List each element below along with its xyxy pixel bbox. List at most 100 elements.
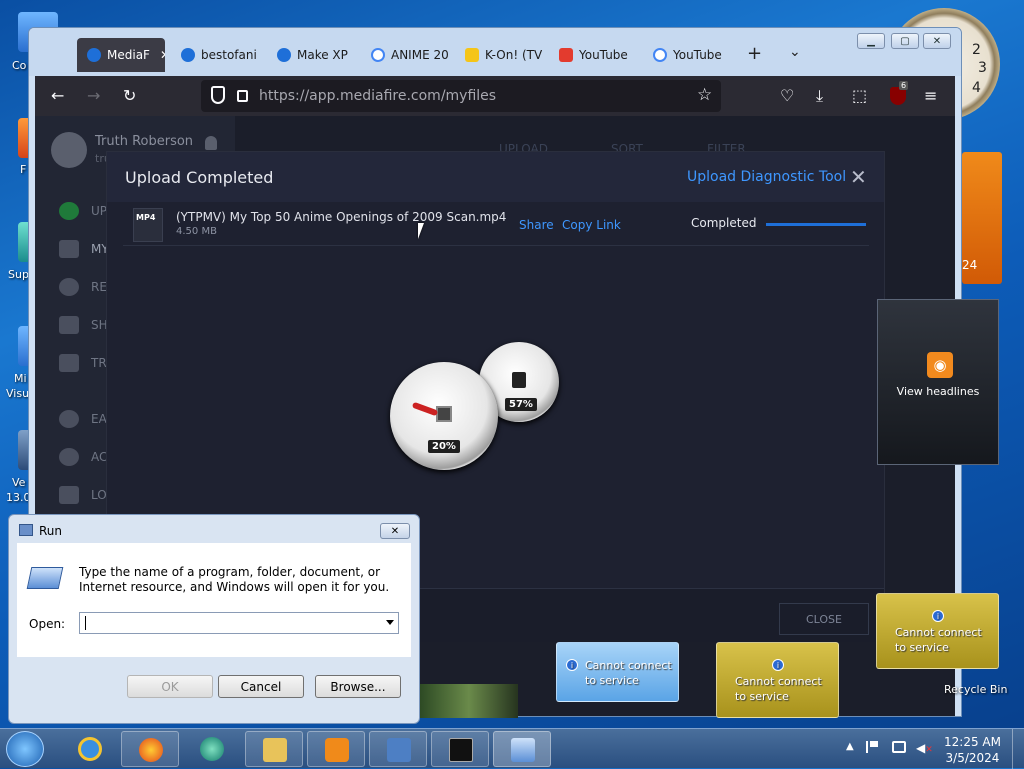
cpu-gauge[interactable]: 20% bbox=[390, 362, 498, 470]
open-input[interactable] bbox=[79, 612, 399, 634]
close-button[interactable]: CLOSE bbox=[779, 603, 869, 635]
close-tab-icon[interactable]: ✕ bbox=[160, 48, 165, 62]
view-headlines-text[interactable]: View headlines bbox=[878, 385, 998, 398]
taskbar-command-prompt[interactable] bbox=[431, 731, 489, 767]
dropdown-arrow-icon[interactable] bbox=[386, 620, 394, 625]
app-icon bbox=[200, 737, 224, 761]
info-icon: i bbox=[932, 610, 944, 622]
run-icon bbox=[511, 738, 535, 762]
clock-number: 2 bbox=[972, 42, 981, 58]
taskbar-internet-explorer[interactable] bbox=[61, 731, 119, 767]
copy-link[interactable]: Copy Link bbox=[562, 218, 621, 232]
weather-message: to service bbox=[735, 690, 789, 703]
close-dialog-button[interactable]: ✕ bbox=[380, 523, 410, 539]
chevron-down-icon[interactable]: ⌄ bbox=[789, 44, 801, 60]
calendar-day: 24 bbox=[962, 258, 978, 272]
sidebar-item-earn[interactable]: EA bbox=[59, 410, 107, 428]
bookmark-star-icon[interactable]: ☆ bbox=[697, 85, 712, 105]
avatar[interactable] bbox=[51, 132, 87, 168]
sidebar-item-label: AC bbox=[91, 450, 108, 464]
desktop-label: 13.0 bbox=[6, 491, 31, 504]
menu-icon[interactable]: ≡ bbox=[924, 86, 937, 106]
file-type-icon: MP4 bbox=[133, 208, 163, 242]
file-size: 4.50 MB bbox=[176, 226, 217, 237]
new-tab-button[interactable]: + bbox=[747, 43, 762, 64]
network-icon[interactable] bbox=[892, 741, 906, 753]
url-bar[interactable]: https://app.mediafire.com/myfiles ☆ bbox=[201, 80, 721, 112]
clock-icon bbox=[59, 278, 79, 296]
shield-icon[interactable] bbox=[211, 86, 225, 104]
sidebar-item-trash[interactable]: TR bbox=[59, 354, 107, 372]
weather-message: to service bbox=[585, 674, 639, 687]
close-window-button[interactable]: ✕ bbox=[923, 33, 951, 49]
weather-gadget[interactable]: i Cannot connect to service bbox=[556, 642, 679, 702]
taskbar-run[interactable] bbox=[493, 731, 551, 767]
upload-progress-bar bbox=[766, 223, 866, 226]
tab-mediafire[interactable]: MediaF ✕ bbox=[77, 38, 165, 72]
feed-headlines-gadget[interactable]: ◉ View headlines bbox=[877, 299, 999, 465]
sidebar-item-label: UP bbox=[91, 204, 108, 218]
maximize-button[interactable]: ▢ bbox=[891, 33, 919, 49]
taskbar-date: 3/5/2024 bbox=[945, 751, 1000, 765]
sidebar-item-label: EA bbox=[91, 412, 107, 426]
show-hidden-icons-icon[interactable]: ▲ bbox=[846, 741, 854, 752]
taskbar-firefox[interactable] bbox=[121, 731, 179, 767]
weather-gadget[interactable]: i Cannot connect to service bbox=[716, 642, 839, 718]
google-icon bbox=[653, 48, 667, 62]
calendar-gadget[interactable]: 24 bbox=[962, 152, 1002, 284]
cancel-button[interactable]: Cancel bbox=[218, 675, 304, 698]
tab-k-on[interactable]: K-On! (TV bbox=[455, 38, 543, 72]
media-player-icon bbox=[325, 738, 349, 762]
tab-bestofanime[interactable]: bestofani bbox=[171, 38, 263, 72]
bell-icon[interactable] bbox=[205, 136, 217, 150]
recycle-bin-label[interactable]: Recycle Bin bbox=[944, 683, 1007, 696]
url-text[interactable]: https://app.mediafire.com/myfiles bbox=[259, 88, 496, 104]
reload-icon[interactable]: ↻ bbox=[123, 86, 136, 106]
taskbar-clock[interactable]: 12:25 AM 3/5/2024 bbox=[944, 734, 1001, 766]
slideshow-gadget[interactable] bbox=[420, 684, 518, 718]
weather-message: to service bbox=[895, 641, 949, 654]
taskbar-control-panel[interactable] bbox=[369, 731, 427, 767]
ok-button[interactable]: OK bbox=[127, 675, 213, 698]
extensions-icon[interactable]: ⬚ bbox=[852, 86, 867, 106]
volume-muted-icon[interactable]: ◀✕ bbox=[916, 741, 933, 755]
downloads-icon[interactable]: ⤓ bbox=[816, 86, 823, 106]
tab-label: MediaF bbox=[107, 48, 150, 62]
upload-diagnostic-tool-link[interactable]: Upload Diagnostic Tool bbox=[687, 169, 846, 185]
taskbar-app[interactable] bbox=[183, 731, 241, 767]
action-center-flag-icon[interactable] bbox=[866, 741, 878, 753]
sidebar-item-shared[interactable]: SH bbox=[59, 316, 108, 334]
desktop-label: F bbox=[20, 163, 27, 176]
start-button[interactable] bbox=[6, 731, 44, 767]
gear-icon bbox=[59, 448, 79, 466]
show-desktop-button[interactable] bbox=[1012, 729, 1024, 769]
browse-button[interactable]: Browse... bbox=[315, 675, 401, 698]
tab-bar: MediaF ✕ bestofani Make XP ANIME 20 K-On… bbox=[29, 28, 961, 76]
share-link[interactable]: Share bbox=[519, 218, 554, 232]
sidebar-item-logout[interactable]: LO bbox=[59, 486, 107, 504]
folder-icon bbox=[263, 738, 287, 762]
sidebar-item-account[interactable]: AC bbox=[59, 448, 107, 466]
tab-label: bestofani bbox=[201, 48, 257, 62]
pocket-icon[interactable]: ♡ bbox=[780, 86, 794, 106]
plus-circle-icon bbox=[59, 410, 79, 428]
sidebar-item-recent[interactable]: RE bbox=[59, 278, 107, 296]
lock-icon[interactable] bbox=[237, 90, 248, 102]
tab-youtube-download[interactable]: YouTube bbox=[549, 38, 637, 72]
tab-label: YouTube bbox=[579, 48, 628, 62]
back-icon[interactable]: ← bbox=[51, 86, 64, 106]
tab-anime-2009[interactable]: ANIME 20 bbox=[361, 38, 449, 72]
tab-youtube-search[interactable]: YouTube bbox=[643, 38, 733, 72]
sidebar-item-my-files[interactable]: MY bbox=[59, 240, 109, 258]
minimize-button[interactable]: ▁ bbox=[857, 33, 885, 49]
close-icon[interactable]: ✕ bbox=[850, 165, 867, 189]
firefox-icon bbox=[139, 738, 163, 762]
run-title: Run bbox=[39, 524, 63, 538]
forward-icon[interactable]: → bbox=[87, 86, 100, 106]
tab-make-xp[interactable]: Make XP bbox=[267, 38, 355, 72]
taskbar-explorer[interactable] bbox=[245, 731, 303, 767]
sidebar-item-upload[interactable]: UP bbox=[59, 202, 107, 220]
taskbar-media-player[interactable] bbox=[307, 731, 365, 767]
weather-gadget[interactable]: i Cannot connect to service bbox=[876, 593, 999, 669]
gauge-needle bbox=[411, 401, 439, 417]
